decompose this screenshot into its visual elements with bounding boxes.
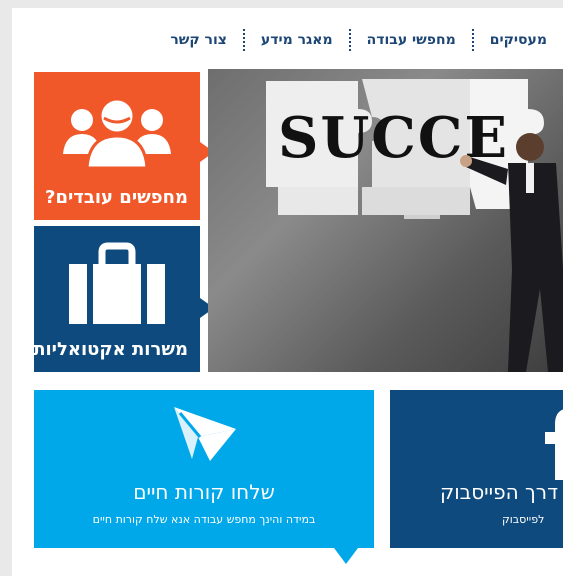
top-nav: מעסיקים מחפשי עבודה מאגר מידע צור קשר	[154, 26, 563, 54]
facebook-block[interactable]: דרך הפייסבוק לפייסבוק	[390, 390, 563, 548]
cv-pointer	[334, 548, 358, 564]
tile-looking-for-employees[interactable]: מחפשים עובדים?	[34, 72, 214, 220]
people-icon	[63, 97, 171, 170]
hero-image: SUCCE	[208, 69, 563, 372]
paper-plane-icon	[174, 407, 236, 461]
cv-subtitle: במידה והינך מחפש עבודה אנא שלח קורות חיי…	[92, 513, 316, 526]
tile-label: מחפשים עובדים?	[45, 187, 188, 208]
nav-database[interactable]: מאגר מידע	[245, 32, 349, 48]
briefcase-icon	[69, 242, 165, 324]
cv-title: שלחו קורות חיים	[133, 480, 275, 504]
nav-job-seekers[interactable]: מחפשי עבודה	[351, 32, 472, 48]
tile-label: משרות אקטואליות	[33, 339, 188, 360]
facebook-icon	[545, 409, 563, 480]
send-cv-block[interactable]: שלחו קורות חיים במידה והינך מחפש עבודה א…	[34, 390, 374, 564]
fb-title: דרך הפייסבוק	[440, 480, 558, 504]
tile-current-jobs[interactable]: משרות אקטואליות	[33, 226, 214, 372]
nav-contact[interactable]: צור קשר	[154, 32, 243, 48]
fb-subtitle: לפייסבוק	[502, 513, 545, 526]
page: מעסיקים מחפשי עבודה מאגר מידע צור קשר מח…	[12, 8, 563, 576]
nav-employers[interactable]: מעסיקים	[474, 32, 563, 48]
